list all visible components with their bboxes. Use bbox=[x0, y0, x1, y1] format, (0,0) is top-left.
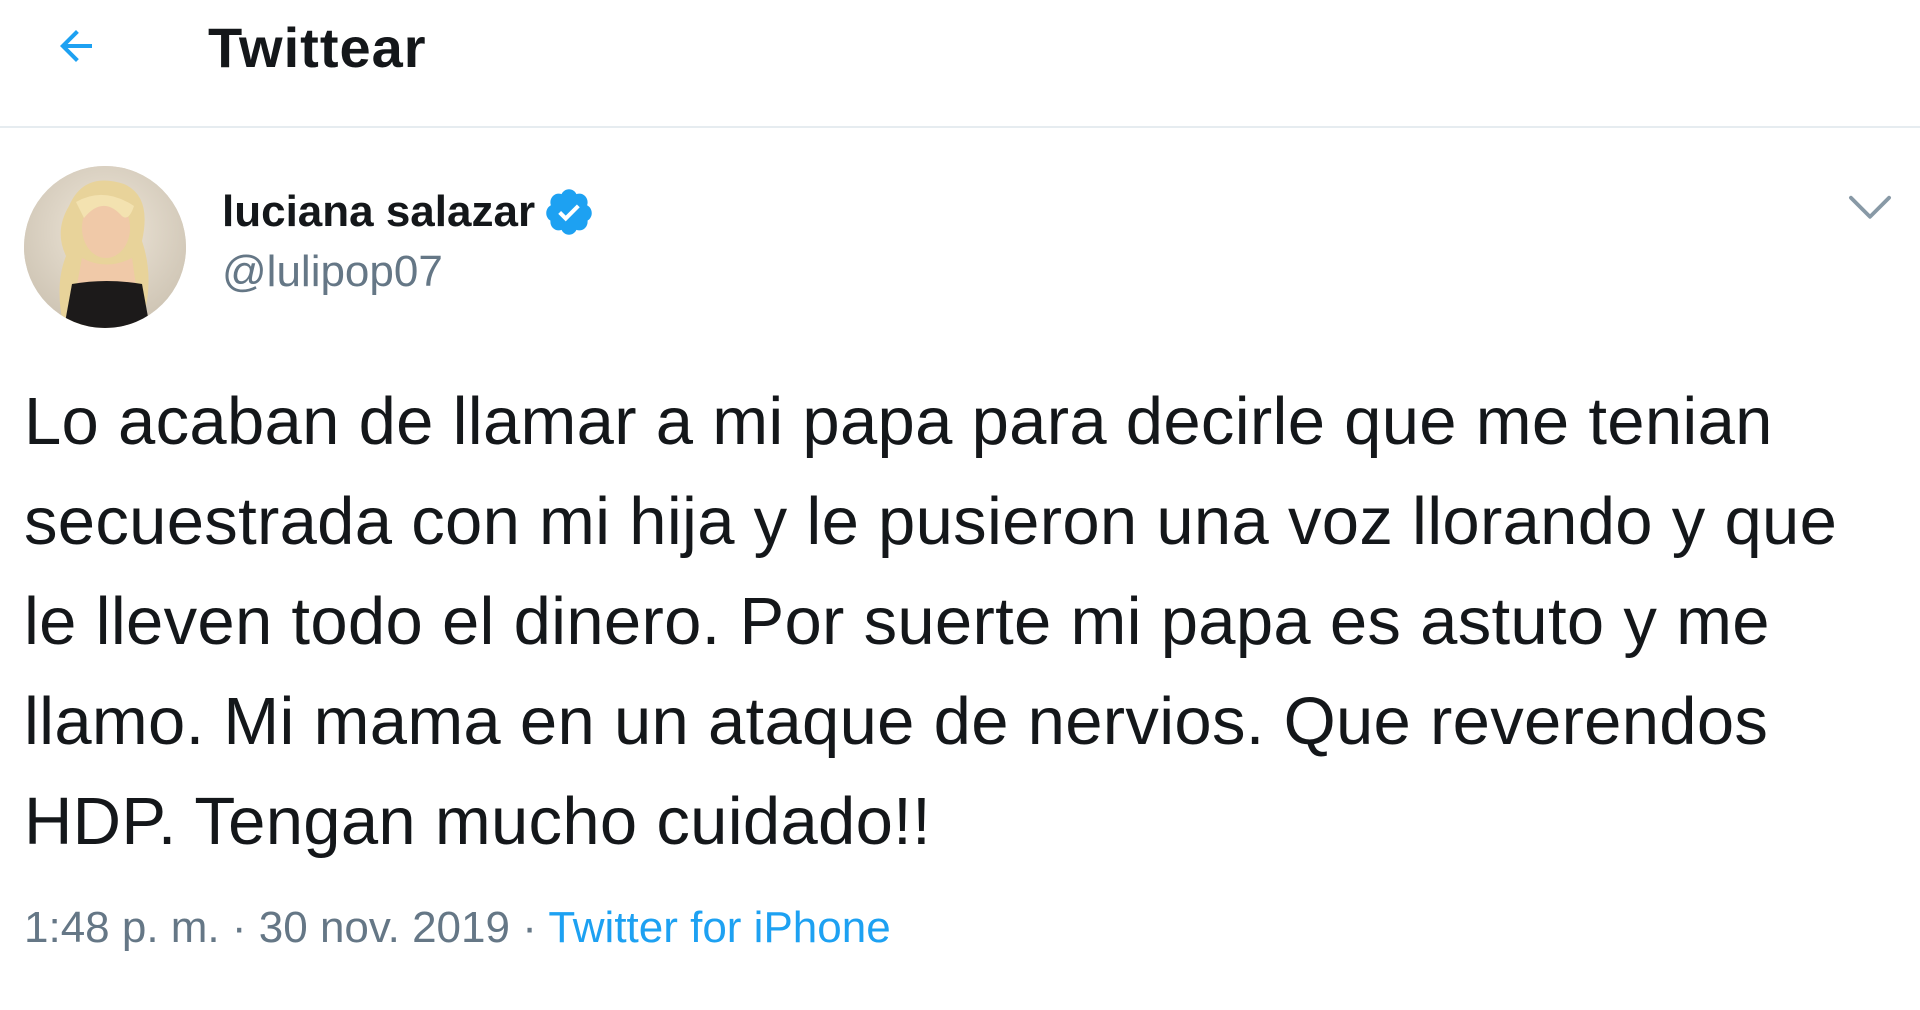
tweet-page: Twittear luciana salazar @lulipop07 Lo a… bbox=[0, 0, 1920, 1010]
tweet-time[interactable]: 1:48 p. m. bbox=[24, 903, 220, 952]
back-button[interactable] bbox=[40, 16, 112, 76]
meta-separator: · bbox=[231, 903, 247, 952]
tweet-text: Lo acaban de llamar a mi papa para decir… bbox=[24, 384, 1838, 859]
header-bar: Twittear bbox=[0, 0, 1920, 128]
profile-photo bbox=[24, 166, 186, 328]
chevron-down-icon bbox=[1849, 195, 1891, 219]
user-handle[interactable]: @lulipop07 bbox=[222, 244, 595, 300]
display-name[interactable]: luciana salazar bbox=[222, 184, 535, 240]
tweet: luciana salazar @lulipop07 Lo acaban de … bbox=[0, 130, 1920, 1010]
tweet-source-link[interactable]: Twitter for iPhone bbox=[548, 903, 890, 952]
verified-badge-icon bbox=[546, 189, 592, 235]
tweet-options-button[interactable] bbox=[1842, 186, 1898, 230]
display-name-row: luciana salazar bbox=[222, 184, 595, 240]
meta-separator: · bbox=[522, 903, 537, 952]
page-title: Twittear bbox=[208, 16, 427, 79]
tweet-date[interactable]: 30 nov. 2019 bbox=[259, 903, 510, 952]
tweet-meta: 1:48 p. m. · 30 nov. 2019 · Twitter for … bbox=[24, 900, 891, 956]
avatar[interactable] bbox=[24, 166, 186, 328]
user-block: luciana salazar @lulipop07 bbox=[222, 184, 595, 300]
arrow-left-icon bbox=[60, 30, 92, 62]
